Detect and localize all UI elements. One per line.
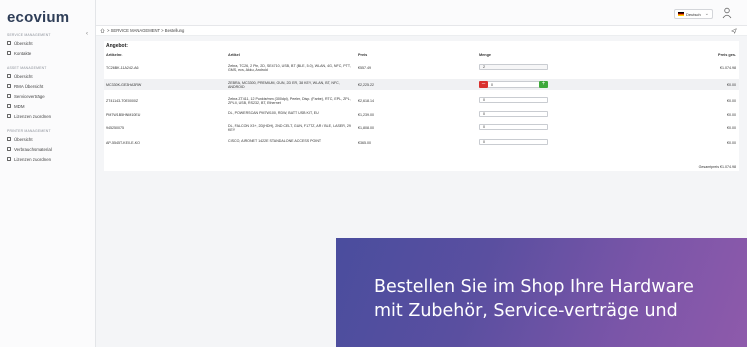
language-label: Deutsch: [686, 11, 701, 17]
sidebar-item-contacts[interactable]: Kontakte: [7, 49, 31, 57]
column-header-total: Preis ges.: [718, 53, 736, 57]
nav-section-service-management: SERVICE MANAGEMENT: [7, 33, 51, 37]
device-icon: [7, 104, 11, 108]
article-name: DL, POWERSCAN PM7W100, RDW, BATT USB KIT…: [228, 110, 319, 115]
promo-text: Bestellen Sie im Shop Ihre Hardware mit …: [374, 277, 694, 321]
grid-icon: [7, 41, 11, 45]
sidebar-item-label: Übersicht: [14, 40, 33, 46]
table-row: ZT41143-T0E0000Z Zebra ZT411, 12 Punkte/…: [104, 95, 739, 106]
article-code: TC26BK-11A242-A6: [106, 65, 139, 70]
article-code: AP-5545T-KE0-E-KO: [106, 140, 140, 145]
article-code: MC330K-GE3HA3RW: [106, 82, 142, 87]
column-header-article: Artikel: [228, 53, 240, 57]
sidebar-item-rma-overview[interactable]: RMA Übersicht: [7, 82, 43, 90]
sidebar: ecovium ‹ SERVICE MANAGEMENT Übersicht K…: [0, 0, 96, 347]
user-icon[interactable]: [722, 7, 732, 19]
table-row: PM7W1B5HNM10EU DL, POWERSCAN PM7W100, RD…: [104, 109, 739, 120]
article-name: ZEBRA, MC3300, PREMIUM, GUN, 2D ER, 38 K…: [228, 80, 340, 89]
line-total: €0.00: [727, 112, 736, 117]
sidebar-item-consumables[interactable]: Verbrauchsmaterial: [7, 145, 52, 153]
sidebar-item-label: Übersicht: [14, 136, 33, 142]
sidebar-item-printer-licenses[interactable]: Lizenzen zuordnen: [7, 155, 51, 163]
table-row: MC330K-GE3HA3RW ZEBRA, MC3300, PREMIUM, …: [104, 79, 739, 90]
sidebar-item-label: Übersicht: [14, 73, 33, 79]
sidebar-item-label: Lizenzen zuordnen: [14, 156, 52, 162]
sidebar-item-label: RMA Übersicht: [14, 83, 44, 89]
send-icon[interactable]: [731, 28, 737, 34]
breadcrumb: > SERVICE MANAGEMENT > Bestellung: [96, 26, 747, 36]
language-select[interactable]: Deutsch ⌄: [674, 9, 713, 19]
unit-price: €2,225.22: [358, 82, 374, 87]
sidebar-item-printer-overview[interactable]: Übersicht: [7, 135, 33, 143]
article-name: CISCO, AIRONET 1422E STANDALONE ACCESS P…: [228, 138, 322, 143]
nav-section-asset-management: ASSET MANAGEMENT: [7, 66, 47, 70]
quantity-stepper: – 0 +: [479, 80, 548, 88]
article-code: 945250075: [106, 125, 124, 130]
line-total: €0.00: [727, 125, 736, 130]
page-title: Angebot:: [106, 43, 128, 49]
column-header-quantity: Menge: [479, 53, 492, 57]
unit-price: €557.49: [358, 65, 371, 70]
decrement-button[interactable]: –: [479, 80, 488, 88]
sidebar-item-label: Lizenzen zuordnen: [14, 113, 52, 119]
article-name: Zebra ZT411, 12 Punkte/mm (300dpi), Peel…: [228, 96, 351, 105]
app-window: ecovium ‹ SERVICE MANAGEMENT Übersicht K…: [0, 0, 747, 347]
table-row: TC26BK-11A242-A6 Zebra, TC26, 2 Pin, 2D,…: [104, 62, 739, 73]
quantity-input[interactable]: 0: [479, 139, 548, 145]
grid-icon: [7, 74, 11, 78]
document-icon: [7, 94, 11, 98]
grand-total: Gesamtpreis €1.074.98: [698, 165, 736, 169]
order-card: Angebot: Artikelnr. Artikel Preis Menge …: [104, 41, 739, 171]
sidebar-item-asset-overview[interactable]: Übersicht: [7, 72, 33, 80]
line-total: €0.00: [727, 98, 736, 103]
quantity-input[interactable]: 0: [479, 111, 548, 117]
unit-price: €1,239.00: [358, 112, 374, 117]
box-icon: [7, 147, 11, 151]
unit-price: €2,618.14: [358, 98, 374, 103]
article-name: DL, FALCON X3+, 2D(HDH), 2ND CELT, GUN, …: [228, 123, 351, 132]
sidebar-item-label: MDM: [14, 103, 25, 109]
grid-icon: [7, 137, 11, 141]
unit-price: €1,808.00: [358, 125, 374, 130]
line-total: €0.00: [727, 82, 736, 87]
table-row: 945250075 DL, FALCON X3+, 2D(HDH), 2ND C…: [104, 122, 739, 133]
chevron-down-icon: ⌄: [704, 11, 709, 17]
line-total: €0.00: [727, 140, 736, 145]
sidebar-item-label: Verbrauchsmaterial: [14, 146, 52, 152]
unit-price: €365.00: [358, 140, 371, 145]
increment-button[interactable]: +: [539, 80, 548, 88]
logo: ecovium: [7, 9, 70, 26]
column-header-code: Artikelnr.: [106, 53, 123, 57]
promo-banner[interactable]: Bestellen Sie im Shop Ihre Hardware mit …: [336, 238, 747, 347]
nav-section-printer-management: PRINTER MANAGEMENT: [7, 129, 51, 133]
sidebar-item-label: Serviceverträge: [14, 93, 45, 99]
column-header-price: Preis: [358, 53, 368, 57]
sidebar-item-assign-licenses[interactable]: Lizenzen zuordnen: [7, 112, 51, 120]
quantity-input[interactable]: 0: [488, 80, 539, 88]
list-icon: [7, 84, 11, 88]
chevron-left-icon[interactable]: ‹: [86, 31, 88, 37]
article-code: PM7W1B5HNM10EU: [106, 112, 141, 117]
sidebar-item-service-contracts[interactable]: Serviceverträge: [7, 92, 45, 100]
sidebar-item-service-overview[interactable]: Übersicht: [7, 39, 33, 47]
license-icon: [7, 114, 11, 118]
article-name: Zebra, TC26, 2 Pin, 2D, SE4710, USB, BT …: [228, 63, 351, 72]
license-icon: [7, 157, 11, 161]
top-bar: Deutsch ⌄: [96, 0, 747, 26]
quantity-input[interactable]: 2: [479, 64, 548, 70]
table-row: AP-5545T-KE0-E-KO CISCO, AIRONET 1422E S…: [104, 137, 739, 148]
sidebar-item-mdm[interactable]: MDM: [7, 102, 25, 110]
quantity-input[interactable]: 0: [479, 124, 548, 130]
breadcrumb-path[interactable]: > SERVICE MANAGEMENT > Bestellung: [107, 28, 184, 33]
sidebar-item-label: Kontakte: [14, 50, 32, 56]
line-total: €1.074.98: [720, 65, 736, 70]
quantity-input[interactable]: 0: [479, 97, 548, 103]
contacts-icon: [7, 51, 11, 55]
home-icon[interactable]: [100, 28, 105, 33]
article-code: ZT41143-T0E0000Z: [106, 98, 139, 103]
german-flag-icon: [678, 12, 684, 16]
